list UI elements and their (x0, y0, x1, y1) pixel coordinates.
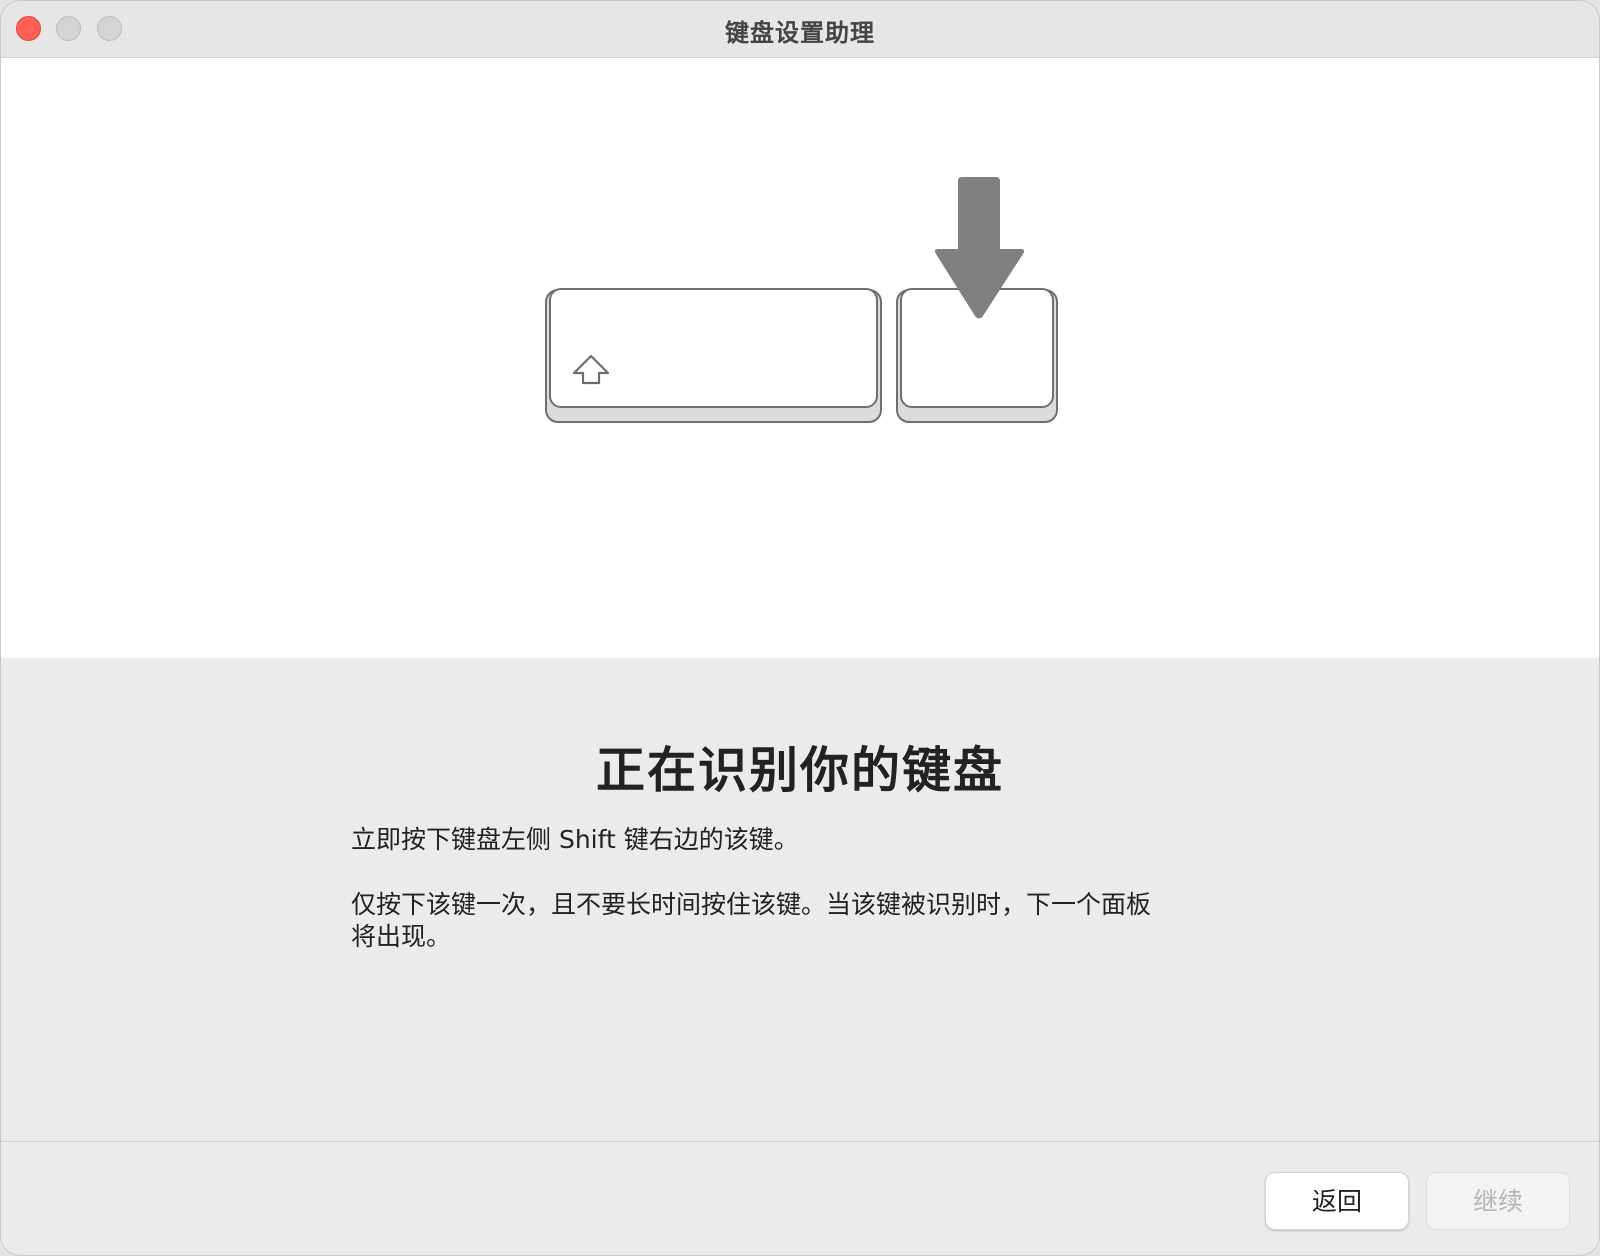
keyboard-setup-window: 键盘设置助理 正在识别你的键盘 立即按下键盘左侧 Shift 键右边的该键。 仅… (0, 0, 1600, 1256)
back-button[interactable]: 返回 (1265, 1172, 1409, 1230)
continue-button[interactable]: 继续 (1426, 1172, 1570, 1230)
instruction-text-2: 仅按下该键一次，且不要长时间按住该键。当该键被识别时，下一个面板将出现。 (351, 890, 1152, 951)
shift-key (545, 288, 882, 423)
keys-illustration-svg (545, 177, 1058, 423)
main-content: 正在识别你的键盘 立即按下键盘左侧 Shift 键右边的该键。 仅按下该键一次，… (1, 658, 1599, 1141)
footer-bar: 返回 继续 (1, 1142, 1599, 1255)
window-title: 键盘设置助理 (725, 19, 875, 47)
keyboard-illustration (1, 58, 1599, 658)
instruction-text-1: 立即按下键盘左侧 Shift 键右边的该键。 (351, 825, 799, 854)
title-bar: 键盘设置助理 (1, 1, 1599, 58)
page-heading: 正在识别你的键盘 (595, 742, 1004, 799)
